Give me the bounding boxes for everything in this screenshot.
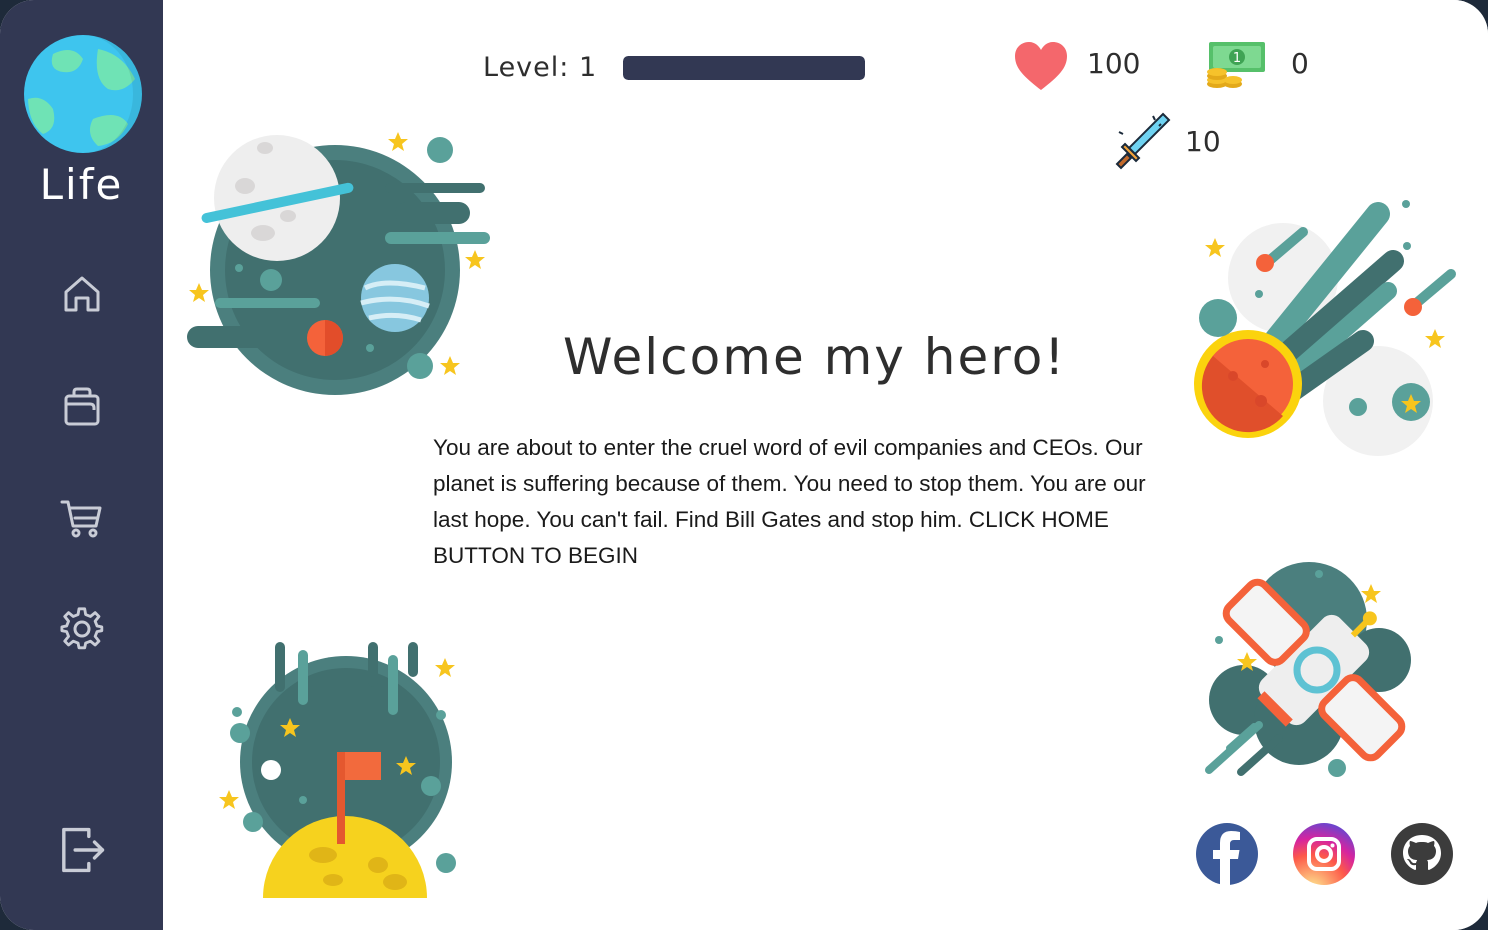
instagram-button[interactable]	[1293, 823, 1355, 885]
bag-icon	[64, 387, 100, 426]
gear-icon	[60, 607, 104, 650]
level-progress-bar	[623, 56, 865, 80]
main-panel: Level: 1 100 1 0 10 Welcome my hero! You…	[163, 0, 1488, 930]
home-icon	[64, 276, 100, 312]
meteor-illustration	[1194, 200, 1456, 456]
health-value: 100	[1087, 46, 1141, 80]
planet-flag-illustration	[219, 642, 456, 898]
level-label: Level: 1	[483, 52, 598, 83]
money-icon: 1	[1207, 42, 1265, 88]
heart-icon	[1015, 42, 1067, 90]
sword-icon	[1115, 112, 1171, 170]
level-value: 1	[578, 52, 598, 83]
satellite-illustration	[1205, 562, 1411, 777]
settings-button[interactable]	[56, 602, 108, 654]
intro-text: You are about to enter the cruel word of…	[433, 435, 1146, 568]
instagram-icon	[1307, 837, 1341, 871]
welcome-title: Welcome my hero!	[563, 328, 1067, 386]
logout-icon	[62, 827, 105, 873]
facebook-icon	[1213, 831, 1240, 885]
svg-text:1: 1	[1233, 51, 1241, 66]
home-button[interactable]	[56, 268, 108, 320]
logout-button[interactable]	[54, 822, 110, 878]
app-title: Life	[39, 160, 124, 209]
shop-button[interactable]	[56, 492, 108, 544]
planets-illustration	[187, 132, 490, 395]
level-progress-fill	[623, 56, 865, 80]
sidebar: Life	[0, 0, 163, 930]
facebook-button[interactable]	[1196, 823, 1258, 885]
money-value: 0	[1291, 46, 1309, 80]
earth-logo-icon	[24, 35, 142, 153]
game-window: Life Level: 1 100 1 0 10 Welcome my hero…	[0, 0, 1488, 930]
cart-icon	[60, 500, 102, 538]
attack-value: 10	[1185, 124, 1221, 158]
github-icon	[1403, 835, 1441, 870]
inventory-button[interactable]	[56, 380, 108, 432]
github-button[interactable]	[1391, 823, 1453, 885]
health-stat: 100	[1013, 40, 1140, 92]
money-stat: 1 0	[1203, 40, 1309, 90]
attack-stat: 10	[1113, 112, 1221, 170]
